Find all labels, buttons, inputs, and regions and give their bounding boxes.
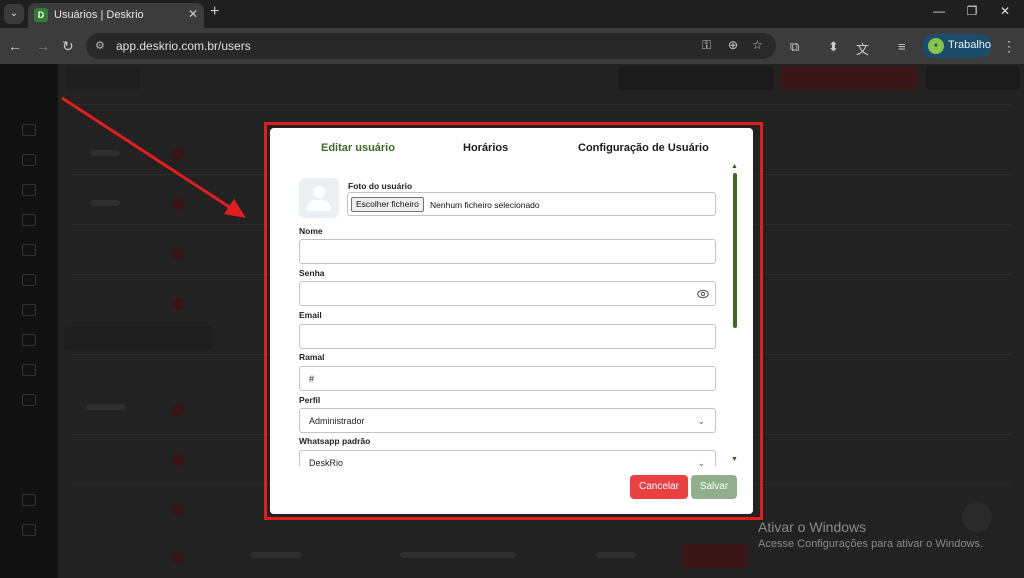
cancel-button[interactable]: Cancelar [630,475,688,499]
scroll-down-icon[interactable]: ▼ [731,456,738,463]
avatar-body-icon [307,200,331,211]
tab-configuracao-usuario[interactable]: Configuração de Usuário [578,142,709,154]
scroll-up-icon[interactable]: ▲ [731,163,738,170]
perfil-select[interactable]: Administrador ⌄ [299,408,716,433]
scrollbar-thumb[interactable] [733,173,737,328]
show-password-icon[interactable] [697,289,709,299]
perfil-label: Perfil [299,395,321,405]
nome-input[interactable] [299,239,716,264]
file-status-text: Nenhum ficheiro selecionado [430,200,540,210]
chevron-down-icon: ⌄ [697,416,705,426]
senha-input[interactable] [299,281,716,306]
tab-editar-usuario[interactable]: Editar usuário [321,142,395,154]
windows-watermark-title: Ativar o Windows [758,519,867,535]
tab-horarios[interactable]: Horários [463,142,508,154]
photo-label: Foto do usuário [348,181,413,191]
senha-label: Senha [299,268,325,278]
photo-file-input[interactable]: Escolher ficheiro Nenhum ficheiro seleci… [347,192,716,216]
user-avatar-placeholder [299,178,339,218]
edit-user-modal: Editar usuário Horários Configuração de … [270,128,753,514]
perfil-value: Administrador [309,416,365,426]
email-input[interactable] [299,324,716,349]
save-button[interactable]: Salvar [691,475,737,499]
ramal-input[interactable]: # [299,366,716,391]
whatsapp-label: Whatsapp padrão [299,436,371,446]
avatar-head-icon [313,186,325,198]
ramal-label: Ramal [299,352,325,362]
windows-watermark-subtitle: Acesse Configurações para ativar o Windo… [758,538,983,550]
choose-file-button[interactable]: Escolher ficheiro [351,197,424,212]
nome-label: Nome [299,226,323,236]
ramal-value: # [309,374,315,384]
email-label: Email [299,310,322,320]
